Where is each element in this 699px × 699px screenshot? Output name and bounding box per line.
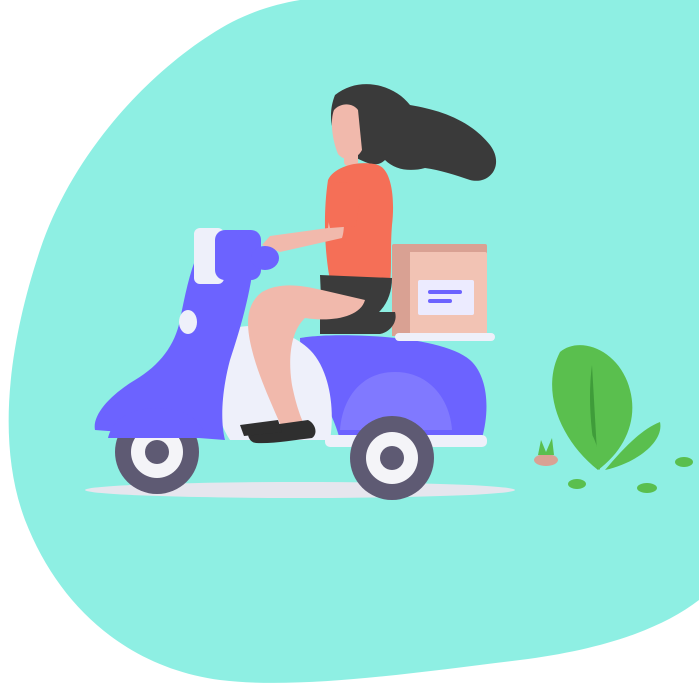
delivery-box-icon xyxy=(392,244,487,336)
scooter-delivery-illustration xyxy=(8,0,699,683)
rider-neck xyxy=(344,150,358,166)
rider-sleeve xyxy=(327,182,360,228)
